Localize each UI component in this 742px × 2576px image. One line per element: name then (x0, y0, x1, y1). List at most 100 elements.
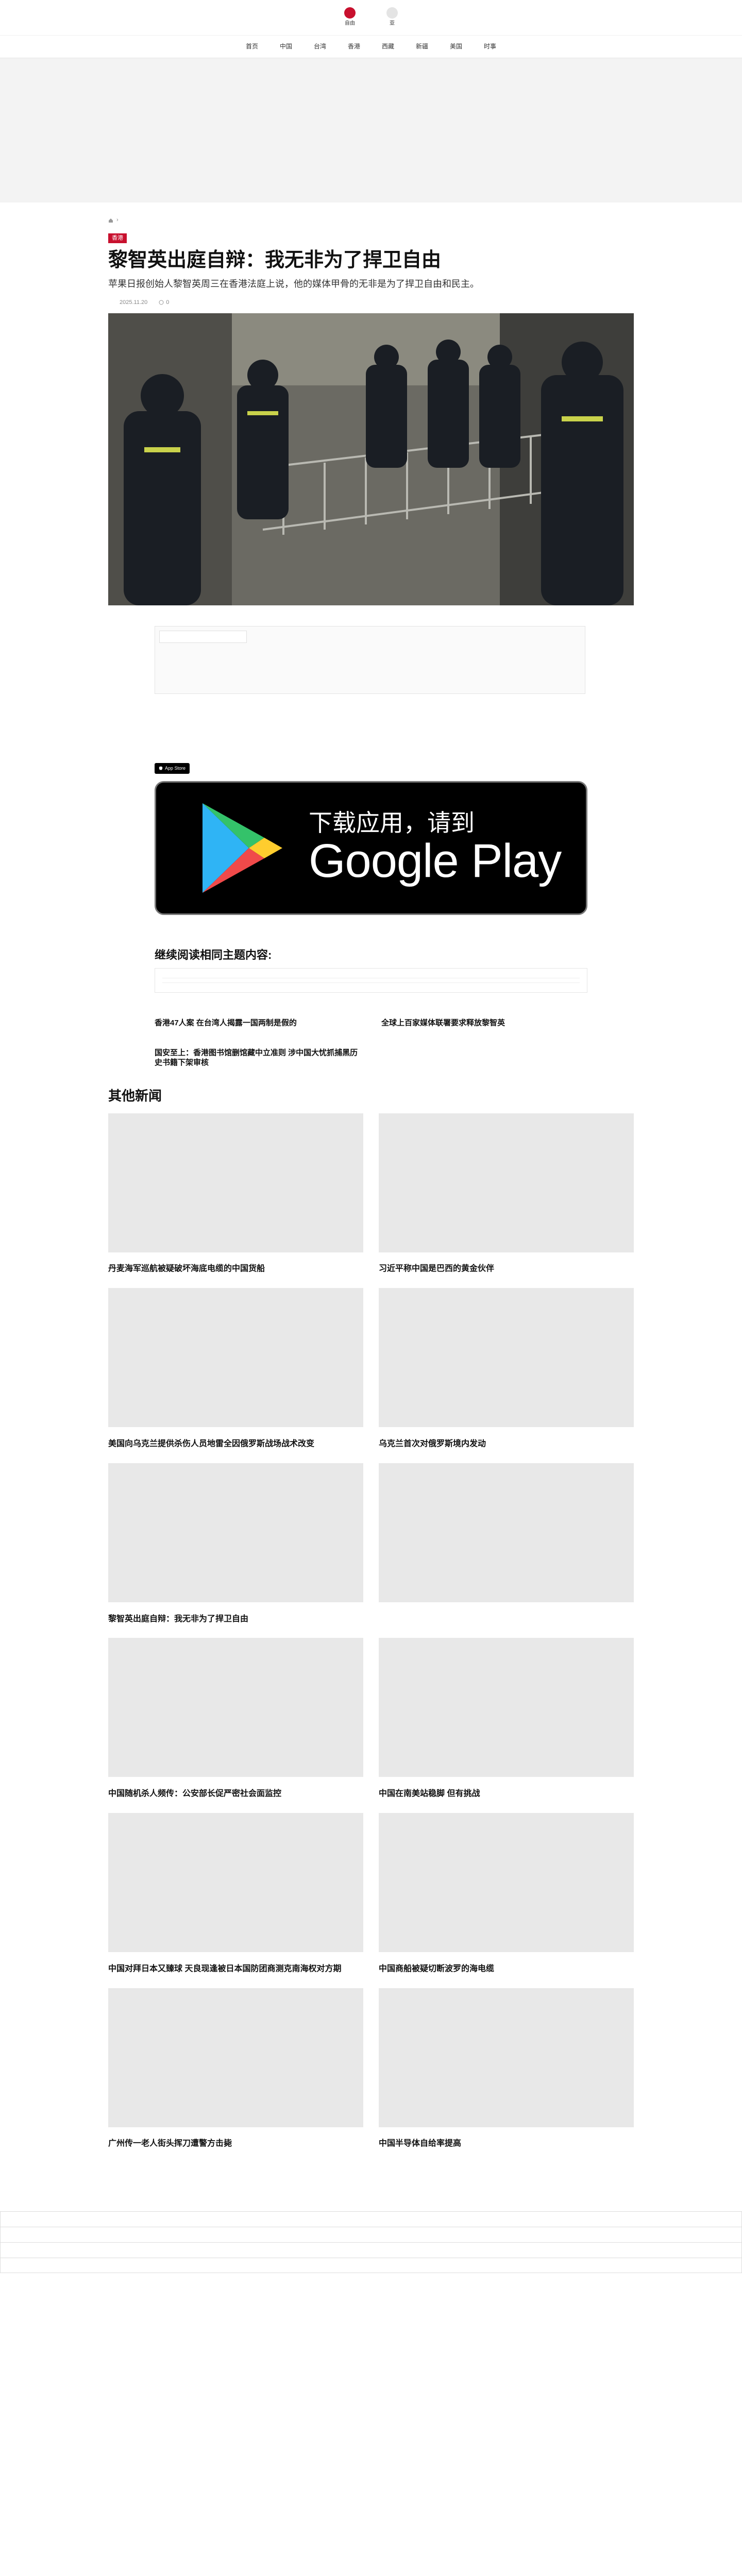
nav-item-7[interactable]: 时事 (482, 42, 498, 52)
topics-box (155, 968, 587, 993)
news-title: 黎智英出庭自辩：我无非为了捍卫自由 (108, 1614, 249, 1623)
footer-search-row[interactable] (0, 2211, 742, 2227)
app-store-badge[interactable]: App Store (155, 763, 190, 774)
google-play-text: 下载应用，请到 Google Play (309, 810, 562, 887)
news-card[interactable]: 乌克兰首次对俄罗斯境内发动 (379, 1288, 634, 1450)
site-header: 自由 亚 首页 中国 台湾 香港 西藏 新疆 美国 时事 (0, 0, 742, 58)
news-grid: 丹麦海军巡航被疑破坏海底电缆的中国货船 习近平称中国是巴西的黄金伙伴 美国向乌克… (108, 1113, 634, 2150)
nav-item-0[interactable]: 首页 (244, 42, 260, 52)
related-article[interactable]: 国安至上：香港图书馆删馆藏中立准则 涉中国大忧抓捕黑历史书籍下架审核 (155, 1037, 361, 1068)
article-headline: 黎智英出庭自辩：我无非为了捍卫自由 (108, 248, 442, 272)
news-thumb (379, 1113, 634, 1252)
news-thumb (108, 1988, 363, 2127)
article-body: App Store 下载应用，请到 Google Play (155, 756, 587, 915)
logo-text-right: 亚 (390, 21, 395, 26)
breadcrumb-separator: › (116, 217, 119, 223)
footer-search-list (0, 2211, 742, 2274)
footer-search-row[interactable] (0, 2227, 742, 2243)
news-card[interactable]: 中国随机杀人频传：公安部长促严密社会面监控 (108, 1638, 363, 1800)
header-top: 自由 亚 (0, 0, 742, 35)
news-thumb (108, 1463, 363, 1602)
main-nav: 首页 中国 台湾 香港 西藏 新疆 美国 时事 (0, 35, 742, 58)
section-badge[interactable]: 香港 (108, 233, 127, 244)
related-articles: 香港47人案 在台湾人揭露一国两制是假的 全球上百家媒体联署要求释放黎智英 国安… (155, 1007, 587, 1068)
related-article[interactable]: 全球上百家媒体联署要求释放黎智英 (381, 1007, 587, 1028)
news-card[interactable]: 广州传一老人街头挥刀遭警方击毙 (108, 1988, 363, 2150)
related-title: 国安至上：香港图书馆删馆藏中立准则 涉中国大忧抓捕黑历史书籍下架审核 (155, 1048, 358, 1067)
footer-search-row[interactable] (0, 2258, 742, 2274)
news-thumb (379, 1812, 634, 1952)
article: › 香港 黎智英出庭自辩：我无非为了捍卫自由 苹果日报创始人黎智英周三在香港法庭… (108, 202, 634, 2149)
nav-item-1[interactable]: 中国 (278, 42, 294, 52)
bottom-note (0, 2308, 742, 2312)
comment-icon (159, 300, 164, 305)
topic-row[interactable] (162, 974, 580, 978)
news-title: 广州传一老人街头挥刀遭警方击毙 (108, 2139, 232, 2148)
other-news-heading: 其他新闻 (108, 1088, 162, 1104)
news-thumb (108, 1288, 363, 1428)
news-title: 乌克兰首次对俄罗斯境内发动 (379, 1439, 486, 1448)
news-thumb (108, 1113, 363, 1252)
nav-item-3[interactable]: 香港 (346, 42, 362, 52)
footer-copyright (0, 2287, 742, 2306)
nav-item-5[interactable]: 新疆 (414, 42, 430, 52)
home-icon[interactable] (108, 218, 113, 223)
news-thumb (379, 1288, 634, 1428)
related-title: 香港47人案 在台湾人揭露一国两制是假的 (155, 1018, 297, 1027)
news-card[interactable]: 黎智英出庭自辩：我无非为了捍卫自由 (108, 1463, 363, 1625)
news-card[interactable]: 丹麦海军巡航被疑破坏海底电缆的中国货船 (108, 1113, 363, 1275)
news-title: 中国对拜日本又臻球 天良现逢被日本国防团商测克南海权对方期 (108, 1964, 342, 1973)
news-title: 丹麦海军巡航被疑破坏海底电缆的中国货船 (108, 1264, 265, 1274)
logo-mark-icon (344, 7, 356, 19)
news-title: 中国半导体自给率提高 (379, 2139, 462, 2148)
news-card[interactable]: 中国半导体自给率提高 (379, 1988, 634, 2150)
comment-count-value: 0 (166, 299, 170, 306)
inline-ad-mini[interactable] (159, 631, 247, 643)
other-news: 其他新闻 丹麦海军巡航被疑破坏海底电缆的中国货船 习近平称中国是巴西的黄金伙伴 … (108, 1086, 634, 2149)
bottom-note (0, 2312, 742, 2316)
news-card[interactable]: 美国向乌克兰提供杀伤人员地雷全因俄罗斯战场战术改变 (108, 1288, 363, 1450)
news-thumb (379, 1638, 634, 1777)
related-topics: 继续阅读相同主题内容: (155, 946, 587, 993)
news-title: 中国在南美站稳脚 但有挑战 (379, 1789, 480, 1799)
article-meta: 2025.11.20 0 (108, 298, 634, 308)
nav-item-2[interactable]: 台湾 (312, 42, 328, 52)
article-published: 2025.11.20 (120, 299, 148, 306)
apple-icon (159, 767, 163, 771)
news-thumb (108, 1638, 363, 1777)
site-logo-secondary[interactable]: 亚 (386, 7, 398, 28)
nav-item-6[interactable]: 美国 (448, 42, 464, 52)
site-logo[interactable]: 自由 (344, 7, 356, 28)
comment-count[interactable]: 0 (159, 298, 169, 308)
byline-box (155, 626, 587, 694)
footer-search-row[interactable] (0, 2242, 742, 2258)
related-article[interactable]: 香港47人案 在台湾人揭露一国两制是假的 (155, 1007, 361, 1028)
news-thumb (379, 1463, 634, 1602)
article-dek: 苹果日报创始人黎智英周三在香港法庭上说，他的媒体甲骨的无非是为了捍卫自由和民主。 (108, 278, 479, 289)
inline-ad-slot[interactable] (155, 626, 585, 694)
news-title: 习近平称中国是巴西的黄金伙伴 (379, 1264, 495, 1274)
news-card[interactable]: 中国商船被疑切断波罗的海电缆 (379, 1812, 634, 1975)
play-logo-icon (203, 803, 282, 893)
news-card[interactable]: 中国对拜日本又臻球 天良现逢被日本国防团商测克南海权对方期 (108, 1812, 363, 1975)
news-title: 中国商船被疑切断波罗的海电缆 (379, 1964, 495, 1973)
logo-mark-secondary-icon (386, 7, 398, 19)
hero-image (108, 313, 634, 606)
news-thumb (379, 1988, 634, 2127)
related-title: 全球上百家媒体联署要求释放黎智英 (381, 1018, 505, 1027)
topic-row[interactable] (162, 978, 580, 983)
logo-text-left: 自由 (345, 21, 355, 26)
google-play-big: Google Play (309, 834, 562, 887)
app-store-label: App Store (165, 766, 186, 771)
footer-links (0, 2273, 742, 2287)
nav-item-4[interactable]: 西藏 (380, 42, 396, 52)
news-card[interactable] (379, 1463, 634, 1625)
top-ad-slot (0, 58, 742, 202)
news-title: 美国向乌克兰提供杀伤人员地雷全因俄罗斯战场战术改变 (108, 1439, 315, 1448)
news-card[interactable]: 中国在南美站稳脚 但有挑战 (379, 1638, 634, 1800)
topic-row[interactable] (162, 983, 580, 987)
hero-photo (108, 313, 634, 606)
google-play-banner[interactable]: 下载应用，请到 Google Play (155, 781, 587, 915)
news-title: 中国随机杀人频传：公安部长促严密社会面监控 (108, 1789, 282, 1799)
news-card[interactable]: 习近平称中国是巴西的黄金伙伴 (379, 1113, 634, 1275)
